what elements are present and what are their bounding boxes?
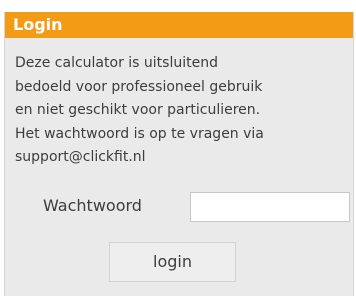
panel-header: Login xyxy=(5,12,353,38)
description-line: bedoeld voor professioneel gebruik xyxy=(15,78,263,95)
login-panel: Login Deze calculator is uitsluitend bed… xyxy=(4,12,354,296)
login-description: Deze calculator is uitsluitend bedoeld v… xyxy=(15,52,349,170)
description-line: Deze calculator is uitsluitend xyxy=(15,55,218,71)
password-input[interactable] xyxy=(190,192,350,222)
description-line: Het wachtwoord is op te vragen via xyxy=(15,125,264,142)
panel-title: Login xyxy=(13,15,63,34)
description-line: en niet geschikt voor particulieren. xyxy=(15,102,261,118)
login-button[interactable]: login xyxy=(109,242,236,282)
password-label: Wachtwoord xyxy=(43,196,142,215)
support-email: support@clickfit.nl xyxy=(15,149,146,165)
